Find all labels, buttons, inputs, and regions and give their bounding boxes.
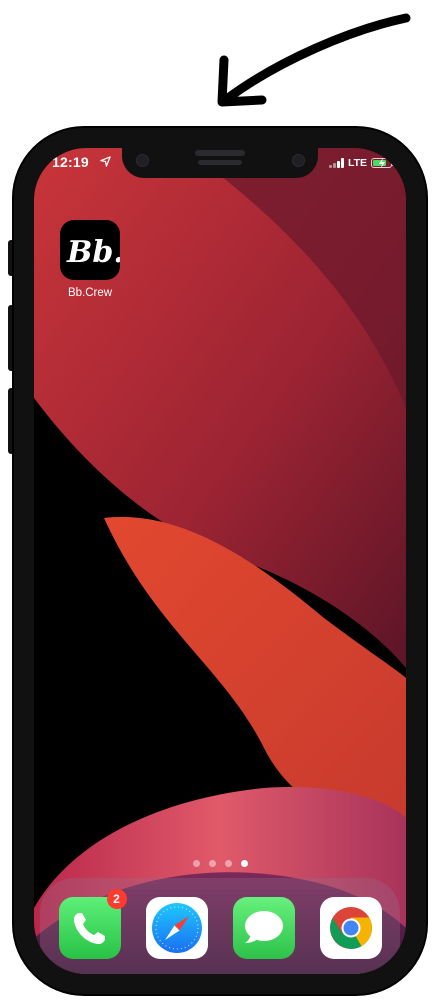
app-label: Bb.Crew: [67, 287, 113, 299]
status-right-group: LTE: [329, 156, 394, 170]
network-type: LTE: [347, 157, 367, 169]
hand-drawn-arrow-icon: [217, 13, 411, 107]
notch: [122, 148, 318, 178]
earpiece-speaker-lower: [198, 160, 242, 165]
dock-app-phone[interactable]: 2: [58, 889, 127, 959]
safari-compass-icon: [151, 903, 202, 953]
status-time: 12:19: [52, 154, 89, 170]
notification-badge: 2: [106, 889, 127, 909]
dock-app-safari[interactable]: [145, 897, 208, 959]
front-camera-icon: [136, 154, 149, 167]
page-dot[interactable]: [208, 860, 216, 867]
page-indicator[interactable]: [34, 860, 406, 867]
sensor-icon: [292, 154, 305, 167]
phone-frame: 12:19 LTE Bb. Bb.Crew 2: [14, 128, 426, 994]
phone-screen: 12:19 LTE Bb. Bb.Crew 2: [34, 148, 406, 974]
cellular-signal-icon: [329, 158, 344, 168]
earpiece-speaker: [195, 150, 245, 156]
dock: 2: [40, 878, 400, 974]
page-dot[interactable]: [224, 860, 232, 867]
bb-crew-logo-icon[interactable]: Bb.: [60, 220, 120, 280]
page-dot-current[interactable]: [240, 860, 248, 867]
dock-app-chrome[interactable]: [319, 897, 382, 959]
messages-icon: [244, 911, 283, 943]
svg-text:Bb.: Bb.: [66, 235, 120, 270]
app-bb-crew[interactable]: Bb. Bb.Crew: [58, 220, 122, 299]
battery-charging-icon: [371, 158, 394, 168]
location-arrow-icon: [100, 156, 111, 167]
screenshot-page: 12:19 LTE Bb. Bb.Crew 2: [0, 0, 435, 1000]
chrome-icon: [329, 907, 372, 949]
dock-app-messages[interactable]: [232, 897, 295, 959]
page-dot[interactable]: [192, 860, 200, 867]
